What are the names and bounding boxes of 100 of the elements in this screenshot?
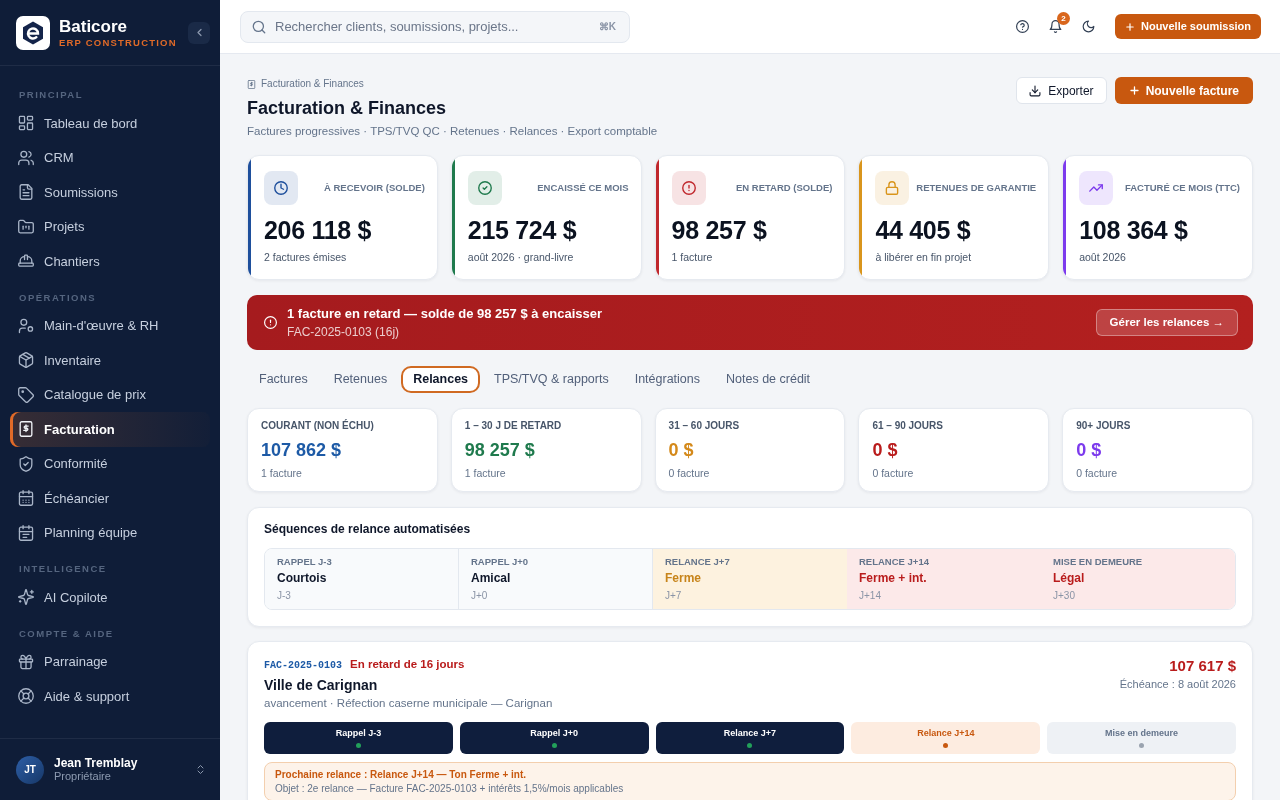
sidebar-item[interactable]: CRM xyxy=(10,140,210,175)
calendar-icon xyxy=(18,524,34,541)
kpi-value: 108 364 $ xyxy=(1079,215,1189,245)
aging-count: 1 facture xyxy=(464,466,507,480)
step-label: RAPPEL J+0 xyxy=(471,556,530,568)
status-dot-icon xyxy=(355,743,361,749)
new-invoice-button[interactable]: Nouvelle facture xyxy=(1114,77,1253,104)
kpi-note: 2 factures émises xyxy=(264,250,348,264)
tab[interactable]: Relances xyxy=(401,366,481,393)
section-label: OPÉRATIONS xyxy=(18,290,98,305)
user-role: Propriétaire xyxy=(54,770,112,783)
alert-circle-icon xyxy=(264,316,277,329)
section-label: COMPTE & AIDE xyxy=(18,626,115,641)
kpi-note: août 2026 · grand-livre xyxy=(467,250,575,264)
step-tone: Ferme xyxy=(665,570,703,586)
help-icon[interactable] xyxy=(1015,20,1029,33)
panel-title: Séquences de relance automatisées xyxy=(264,521,472,537)
step-label: Mise en demeure xyxy=(1105,728,1179,740)
step-label: Rappel J-3 xyxy=(335,728,382,740)
step-tone: Amical xyxy=(471,570,512,586)
folder-icon xyxy=(18,218,34,235)
status-dot-icon xyxy=(943,743,949,749)
due-date: Échéance : 8 août 2026 xyxy=(1119,677,1236,691)
alert-detail: FAC-2025-0103 (16j) xyxy=(287,324,401,340)
next-reminder-title: Prochaine relance : Relance J+14 — Ton Ferme + int. xyxy=(275,768,528,782)
tag-icon xyxy=(18,386,34,403)
overdue-status: En retard de 16 jours xyxy=(350,657,465,672)
aging-amount: 0 $ xyxy=(1076,439,1103,462)
clock-icon xyxy=(264,171,298,205)
tab[interactable]: Intégrations xyxy=(622,366,712,393)
invoice-description: avancement · Réfection caserne municipale — Carignan xyxy=(264,696,553,712)
sidebar-item[interactable]: Aide & support xyxy=(10,679,210,714)
export-button[interactable]: Exporter xyxy=(1016,77,1107,104)
invoice-number[interactable]: FAC-2025-0103 xyxy=(264,658,342,673)
user-avatar: JT xyxy=(16,755,44,784)
aging-count: 0 facture xyxy=(872,466,915,480)
kpi-value: 44 405 $ xyxy=(875,215,972,245)
user-name: Jean Tremblay xyxy=(54,756,138,770)
section-label: INTELLIGENCE xyxy=(18,562,108,576)
sidebar-item[interactable]: AI Copilote xyxy=(10,580,210,615)
breadcrumb[interactable]: Facturation & Finances xyxy=(261,77,364,91)
chevrons-up-down-icon[interactable] xyxy=(195,764,206,775)
brand-name: Baticore xyxy=(59,16,129,37)
aging-label: 1 – 30 J DE RETARD xyxy=(464,419,563,433)
bell-icon[interactable] xyxy=(1048,20,1062,33)
section-label: PRINCIPAL xyxy=(18,88,84,102)
search-icon xyxy=(252,19,266,34)
page-title: Facturation & Finances xyxy=(247,97,448,120)
hard-hat-icon xyxy=(18,253,34,270)
grid-icon xyxy=(18,115,34,132)
calendar-icon xyxy=(18,490,34,507)
aging-amount: 0 $ xyxy=(872,439,899,462)
step-label: Relance J+14 xyxy=(917,728,975,740)
aging-amount: 107 862 $ xyxy=(261,439,343,462)
sidebar-item[interactable]: Inventaire xyxy=(10,343,210,378)
step-tone: Courtois xyxy=(277,570,328,586)
shield-check-icon xyxy=(18,455,34,472)
trend-up-icon xyxy=(1079,171,1114,205)
aging-count: 0 facture xyxy=(668,466,711,480)
kpi-label: RETENUES DE GARANTIE xyxy=(916,180,1037,195)
aging-amount: 98 257 $ xyxy=(464,439,536,462)
users-icon xyxy=(18,149,34,166)
tab[interactable]: Factures xyxy=(247,366,320,393)
sidebar-item[interactable]: Projets xyxy=(10,209,210,244)
new-quote-button[interactable]: Nouvelle soumission xyxy=(1114,14,1261,39)
tab[interactable]: TPS/TVQ & rapports xyxy=(482,366,621,393)
step-day: J+30 xyxy=(1053,589,1223,603)
receipt-icon xyxy=(18,421,34,438)
sidebar-item[interactable]: Tableau de bord xyxy=(10,106,210,141)
life-buoy-icon xyxy=(18,688,34,705)
collapse-button[interactable] xyxy=(188,21,210,44)
kpi-label: À RECEVOIR (SOLDE) xyxy=(324,180,425,195)
sparkles-icon xyxy=(18,589,34,606)
shortcut-hint: ⌘K xyxy=(598,19,616,34)
moon-icon[interactable] xyxy=(1081,20,1095,33)
tab[interactable]: Notes de crédit xyxy=(714,366,823,393)
aging-label: 61 – 90 JOURS xyxy=(872,419,944,433)
box-icon xyxy=(18,352,34,369)
step-label: MISE EN DEMEURE xyxy=(1053,556,1144,568)
sidebar-item[interactable]: Facturation xyxy=(10,412,210,447)
aging-label: 31 – 60 JOURS xyxy=(668,419,741,433)
sidebar-item[interactable]: Planning équipe xyxy=(10,515,210,550)
sidebar-item[interactable]: Catalogue de prix xyxy=(10,377,210,412)
sidebar-item[interactable]: Échéancier xyxy=(10,481,210,516)
manage-reminders-button[interactable]: Gérer les relances → xyxy=(1095,309,1238,336)
status-dot-icon xyxy=(1139,743,1145,749)
aging-count: 1 facture xyxy=(261,466,303,480)
download-icon xyxy=(1029,84,1042,97)
sidebar-item[interactable]: Main-d'œuvre & RH xyxy=(10,308,210,343)
notification-badge: 2 xyxy=(1056,12,1070,25)
sidebar-item[interactable]: Chantiers xyxy=(10,244,210,279)
tab[interactable]: Retenues xyxy=(321,366,400,393)
sidebar-item[interactable]: Soumissions xyxy=(10,175,210,210)
step-label: RAPPEL J-3 xyxy=(277,556,333,568)
step-label: Relance J+7 xyxy=(723,728,777,740)
next-reminder-subject: Objet : 2e relance — Facture FAC-2025-0103 + intérêts 1,5%/mois applicables xyxy=(275,782,625,796)
sidebar-item[interactable]: Conformité xyxy=(10,446,210,481)
sidebar-item[interactable]: Parrainage xyxy=(10,644,210,679)
kpi-note: août 2026 xyxy=(1079,250,1127,264)
status-dot-icon xyxy=(551,743,557,749)
